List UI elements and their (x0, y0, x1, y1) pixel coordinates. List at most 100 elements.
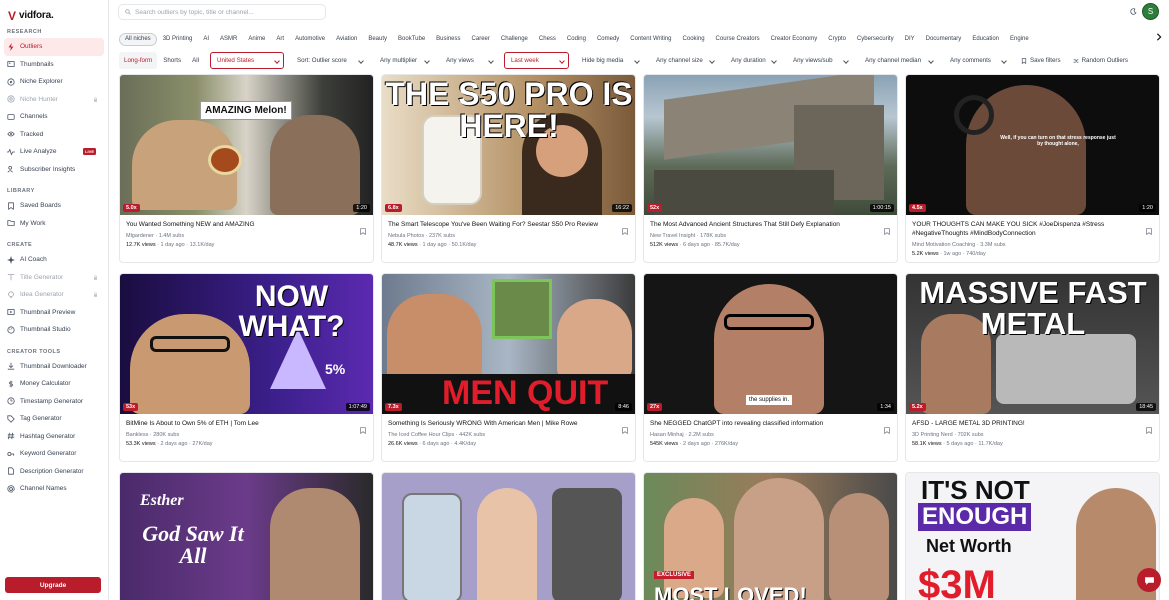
tab-shorts[interactable]: Shorts (158, 52, 186, 69)
video-card[interactable]: MEN QUIT 7.3x 8:46 Something Is Seriously W… (381, 273, 636, 462)
niche-chip-asmr[interactable]: ASMR (215, 33, 242, 46)
sidebar-item-my-work[interactable]: My Work (4, 215, 104, 233)
channel-name[interactable]: Hasan Minhaj (650, 432, 684, 438)
bookmark-icon[interactable] (360, 222, 366, 236)
niche-chip-career[interactable]: Career (467, 33, 495, 46)
niche-chip-ai[interactable]: AI (198, 33, 214, 46)
niche-chip-education[interactable]: Education (967, 33, 1004, 46)
niche-chip-crypto[interactable]: Crypto (823, 33, 851, 46)
app-logo[interactable]: V vidfora. (0, 0, 108, 24)
niche-chip-business[interactable]: Business (431, 33, 465, 46)
video-card[interactable]: THE S50 PRO IS HERE! 6.8x 16:22 The Smart T… (381, 74, 636, 263)
niche-chip-content-writing[interactable]: Content Writing (625, 33, 676, 46)
niche-chip-diy[interactable]: DIY (900, 33, 920, 46)
sidebar-item-money-calculator[interactable]: Money Calculator (4, 375, 104, 393)
video-card[interactable]: EXCLUSIVE MOST LOVED! (643, 472, 898, 600)
sidebar-item-live-analyze[interactable]: Live Analyze LIVE (4, 143, 104, 161)
sidebar-item-idea-generator[interactable]: Idea Generator (4, 286, 104, 304)
video-card[interactable] (381, 472, 636, 600)
video-thumbnail[interactable]: NOW WHAT? 5% 53x 1:07:49 (120, 274, 373, 414)
moon-icon[interactable] (1130, 8, 1137, 15)
niche-chip-documentary[interactable]: Documentary (921, 33, 967, 46)
sidebar-item-ai-coach[interactable]: AI Coach (4, 251, 104, 269)
avatar[interactable]: S (1142, 3, 1159, 20)
sidebar-item-tag-generator[interactable]: Tag Generator (4, 410, 104, 428)
sidebar-item-title-generator[interactable]: Title Generator (4, 269, 104, 287)
channel-name[interactable]: New Travel Insight (650, 233, 695, 239)
video-title[interactable]: The Smart Telescope You've Been Waiting … (388, 220, 629, 229)
video-thumbnail[interactable]: AMAZING Melon! 5.0x 1:20 (120, 75, 373, 215)
niche-chip-all-niches[interactable]: All niches (119, 32, 157, 46)
niche-chip-creator-economy[interactable]: Creator Economy (766, 33, 823, 46)
tab-all[interactable]: All (187, 52, 204, 69)
sidebar-item-niche-explorer[interactable]: Niche Explorer (4, 73, 104, 91)
country-select[interactable]: United States (209, 52, 284, 69)
video-title[interactable]: AFSD - LARGE METAL 3D PRINTING! (912, 419, 1153, 428)
views-select[interactable]: Any views (440, 52, 497, 69)
multiplier-select[interactable]: Any multiplier (374, 52, 433, 69)
chat-button[interactable] (1137, 568, 1161, 592)
search-input[interactable]: Search outliers by topic, title or chann… (118, 4, 326, 20)
comments-select[interactable]: Any comments (944, 52, 1010, 69)
sidebar-item-keyword-generator[interactable]: Keyword Generator (4, 445, 104, 463)
channel-median-select[interactable]: Any channel median (859, 52, 937, 69)
sidebar-item-description-generator[interactable]: Description Generator (4, 463, 104, 481)
video-thumbnail[interactable] (382, 473, 635, 600)
sidebar-item-hashtag-generator[interactable]: Hashtag Generator (4, 428, 104, 446)
video-thumbnail[interactable]: THE S50 PRO IS HERE! 6.8x 16:22 (382, 75, 635, 215)
bookmark-icon[interactable] (884, 421, 890, 435)
video-thumbnail[interactable]: EXCLUSIVE MOST LOVED! (644, 473, 897, 600)
channel-name[interactable]: Bankless (126, 432, 148, 438)
niche-chip-cooking[interactable]: Cooking (678, 33, 710, 46)
niche-chip-comedy[interactable]: Comedy (592, 33, 624, 46)
video-thumbnail[interactable]: Well, if you can turn on that stress res… (906, 75, 1159, 215)
video-thumbnail[interactable]: 52x 1:00:15 (644, 75, 897, 215)
channel-size-select[interactable]: Any channel size (650, 52, 718, 69)
niche-chip-automotive[interactable]: Automotive (290, 33, 330, 46)
video-title[interactable]: YOUR THOUGHTS CAN MAKE YOU SICK #JoeDisp… (912, 220, 1153, 238)
views-per-sub-select[interactable]: Any views/sub (787, 52, 852, 69)
upgrade-button[interactable]: Upgrade (5, 577, 101, 593)
channel-name[interactable]: Mlgardener (126, 233, 154, 239)
video-thumbnail[interactable]: IT'S NOT ENOUGH Net Worth $3M (906, 473, 1159, 600)
niche-chip-challenge[interactable]: Challenge (496, 33, 533, 46)
video-card[interactable]: Well, if you can turn on that stress res… (905, 74, 1160, 263)
channel-name[interactable]: The Iced Coffee Hour Clips (388, 432, 454, 438)
niche-chip-anime[interactable]: Anime (243, 33, 270, 46)
bookmark-icon[interactable] (1146, 421, 1152, 435)
niche-chip-beauty[interactable]: Beauty (363, 33, 392, 46)
niche-chip-booktube[interactable]: BookTube (393, 33, 430, 46)
bookmark-icon[interactable] (1146, 222, 1152, 236)
video-title[interactable]: She NEGGED ChatGPT into revealing classi… (650, 419, 891, 428)
bookmark-icon[interactable] (622, 421, 628, 435)
niche-chip-engine[interactable]: Engine (1005, 33, 1034, 46)
bookmark-icon[interactable] (360, 421, 366, 435)
niche-chip-cybersecurity[interactable]: Cybersecurity (852, 33, 899, 46)
video-title[interactable]: Something Is Seriously WRONG With Americ… (388, 419, 629, 428)
video-title[interactable]: You Wanted Something NEW and AMAZING (126, 220, 367, 229)
sort-select[interactable]: Sort: Outlier score (291, 52, 367, 69)
sidebar-item-timestamp-generator[interactable]: Timestamp Generator (4, 393, 104, 411)
niche-chip-course-creators[interactable]: Course Creators (711, 33, 765, 46)
sidebar-item-channel-names[interactable]: Channel Names (4, 480, 104, 498)
video-thumbnail[interactable]: MEN QUIT 7.3x 8:46 (382, 274, 635, 414)
sidebar-item-subscriber-insights[interactable]: Subscriber Insights (4, 161, 104, 179)
chevron-right-icon[interactable] (1155, 33, 1163, 41)
video-title[interactable]: BitMine Is About to Own 5% of ETH | Tom … (126, 419, 367, 428)
video-thumbnail[interactable]: the supplies in. 27x 1:34 (644, 274, 897, 414)
video-card[interactable]: Esther God Saw It All (119, 472, 374, 600)
niche-chip-art[interactable]: Art (271, 33, 289, 46)
duration-select[interactable]: Any duration (725, 52, 780, 69)
sidebar-item-saved-boards[interactable]: Saved Boards (4, 197, 104, 215)
video-card[interactable]: the supplies in. 27x 1:34 She NEGGED ChatGP… (643, 273, 898, 462)
tab-long-form[interactable]: Long-form (119, 52, 158, 69)
sidebar-item-tracked[interactable]: Tracked (4, 126, 104, 144)
niche-chip-aviation[interactable]: Aviation (331, 33, 362, 46)
sidebar-item-outliers[interactable]: Outliers (4, 38, 104, 56)
video-thumbnail[interactable]: Esther God Saw It All (120, 473, 373, 600)
video-title[interactable]: The Most Advanced Ancient Structures Tha… (650, 220, 891, 229)
niche-chip-coding[interactable]: Coding (562, 33, 591, 46)
sidebar-item-thumbnail-studio[interactable]: Thumbnail Studio (4, 321, 104, 339)
sidebar-item-thumbnail-preview[interactable]: Thumbnail Preview (4, 304, 104, 322)
sidebar-item-niche-hunter[interactable]: Niche Hunter (4, 91, 104, 109)
